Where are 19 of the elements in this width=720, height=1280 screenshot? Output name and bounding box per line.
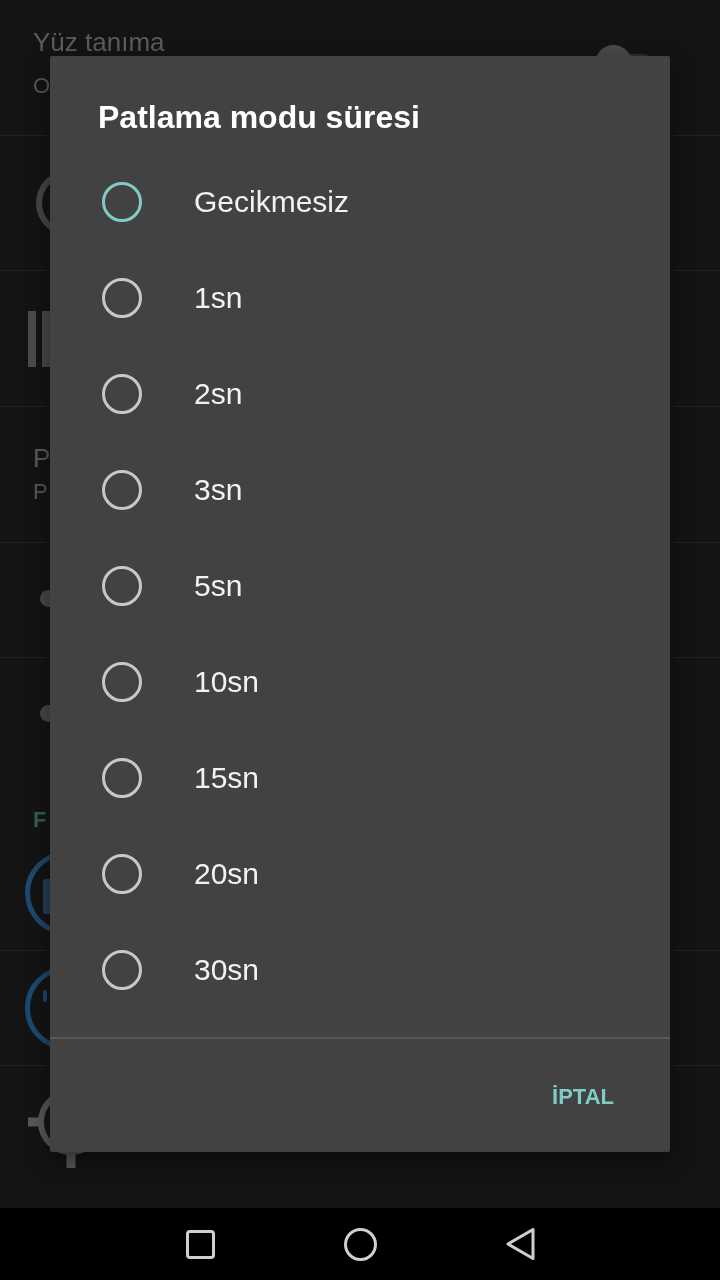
radio-option[interactable]: 30sn (102, 950, 260, 990)
triangle-icon[interactable] (504, 1227, 536, 1261)
setting-title: P (33, 444, 51, 471)
radio-option[interactable]: 20sn (102, 854, 260, 894)
dialog-title: Patlama modu süresi (98, 99, 420, 135)
setting-title: Yüz tanıma (33, 29, 165, 55)
cancel-button[interactable]: İPTAL (544, 1076, 622, 1118)
square-icon[interactable] (185, 1229, 215, 1259)
radio-option[interactable]: 15sn (102, 758, 260, 798)
radio-option[interactable]: 2sn (102, 374, 243, 414)
section-header: F (33, 807, 47, 833)
setting-subtitle: O (33, 73, 51, 99)
radio-option[interactable]: 5sn (102, 566, 243, 606)
radio-option[interactable]: 10sn (102, 662, 260, 702)
setting-subtitle: P (33, 478, 48, 505)
radio-option[interactable]: 1sn (102, 278, 243, 318)
radio-option[interactable]: 3sn (102, 470, 243, 510)
circle-icon[interactable] (343, 1227, 377, 1261)
radio-option[interactable]: Gecikmesiz (102, 182, 350, 222)
